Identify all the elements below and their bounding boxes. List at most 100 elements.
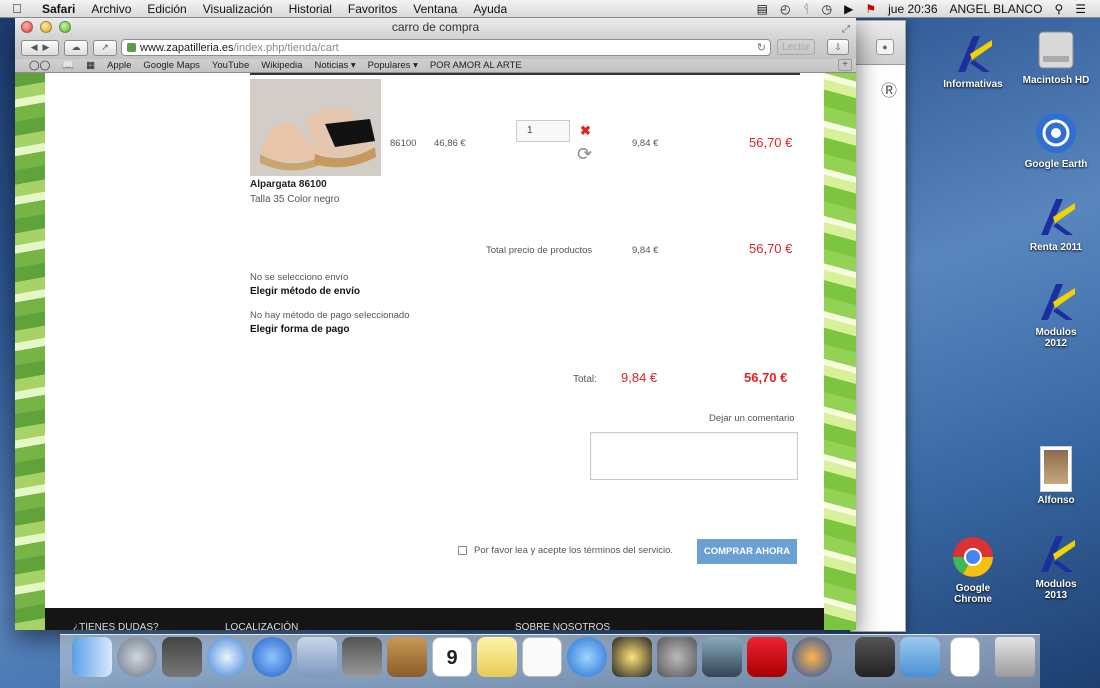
address-bar[interactable]: www.zapatilleria.es /index.php/tienda/ca… [121,39,771,56]
menu-historial[interactable]: Historial [281,2,340,16]
web-page: Alpargata 86100 Talla 35 Color negro 861… [15,73,856,630]
menu-ventana[interactable]: Ventana [405,2,465,16]
app-store-icon[interactable] [252,637,292,677]
screen-icon[interactable]: ▤ [751,2,774,16]
menu-favoritos[interactable]: Favoritos [340,2,405,16]
product-image[interactable] [250,79,381,176]
reminders-icon[interactable] [522,637,562,677]
bookmark-apple[interactable]: Apple [101,60,137,71]
reading-list-icon[interactable]: ◯◯ [23,60,56,71]
footer-dudas[interactable]: ¿TIENES DUDAS? [73,622,159,630]
choose-payment-link[interactable]: Elegir forma de pago [250,324,349,335]
volume-icon[interactable]: ▶ [838,2,859,16]
line-total: 56,70 € [749,135,793,150]
footer-sobre-nosotros[interactable]: SOBRE NOSOTROS [515,622,610,630]
facetime-icon[interactable] [342,637,382,677]
itunes-icon[interactable] [567,637,607,677]
icloud-tabs-button[interactable]: ☁ [64,39,88,56]
documents-folder-icon[interactable] [900,637,940,677]
terms-label[interactable]: Por favor lea y acepte los términos del … [474,545,673,556]
acrobat-icon[interactable] [747,637,787,677]
bookmarks-icon[interactable]: 📖 [56,60,80,71]
top-sites-icon[interactable]: ▦ [80,60,101,71]
apple-menu-icon[interactable]:  [0,1,34,16]
menu-app-safari[interactable]: Safari [34,2,83,16]
bookmark-wikipedia[interactable]: Wikipedia [255,60,308,71]
contacts-icon[interactable] [387,637,427,677]
notes-icon[interactable] [477,637,517,677]
toolbar: ◀ ▶ ☁ ↗ www.zapatilleria.es /index.php/t… [15,36,856,59]
buy-now-button[interactable]: COMPRAR AHORA [697,539,797,564]
subtotal-label: Total precio de productos [486,245,593,256]
desktop-icon-label: Modulos 2012 [1035,327,1077,349]
desktop-icon-macintosh-hd[interactable]: Macintosh HD [1016,26,1096,86]
bluetooth-icon[interactable]: ᛩ [796,2,815,16]
desktop-icon-google-chrome[interactable]: Google Chrome [933,534,1013,605]
launchpad-icon[interactable] [117,637,157,677]
user-name[interactable]: ANGEL BLANCO [944,2,1049,16]
update-quantity-icon[interactable]: ⟳ [577,144,592,165]
title-bar[interactable]: carro de compra ⤢ [15,18,856,36]
preview-icon[interactable] [702,637,742,677]
notification-icon[interactable]: ☰ [1069,2,1092,16]
bookmark-google-maps[interactable]: Google Maps [137,60,206,71]
share-button[interactable]: ↗ [93,39,117,56]
hard-drive-icon [1033,26,1079,72]
desktop-icon-renta-2011[interactable]: Renta 2011 [1016,193,1096,253]
safari-icon[interactable] [207,637,247,677]
desktop-icon-alfonso[interactable]: Alfonso [1016,446,1096,506]
flag-icon[interactable]: ⚑ [859,2,882,16]
bookmark-por-amor-al-arte[interactable]: POR AMOR AL ARTE [424,60,528,71]
wifi-icon[interactable]: ◷ [816,2,838,16]
menu-ayuda[interactable]: Ayuda [465,2,515,16]
imovie-icon[interactable] [612,637,652,677]
product-ref: 86100 [390,138,417,149]
mail-icon[interactable] [297,637,337,677]
zoom-window-button[interactable] [59,21,71,33]
background-window[interactable]: ● Ⓡ [850,20,906,632]
total-amount: 56,70 € [744,370,788,385]
reload-icon[interactable]: ↻ [757,41,770,54]
safari-window: carro de compra ⤢ ◀ ▶ ☁ ↗ www.zapatiller… [15,18,856,630]
comment-textarea[interactable] [590,432,798,480]
footer-localizacion[interactable]: LOCALIZACIÓN [225,622,298,630]
bookmark-youtube[interactable]: YouTube [206,60,255,71]
menu-edicion[interactable]: Edición [139,2,194,16]
downloads-button[interactable]: ⇩ [827,39,849,55]
espadrille-image [250,79,381,176]
desktop-icon-google-earth[interactable]: Google Earth [1016,110,1096,170]
shipping-status: No se selecciono envío [250,272,349,283]
spotlight-icon[interactable]: ⚲ [1048,2,1069,16]
firefox-icon[interactable] [792,637,832,677]
calendar-icon[interactable]: 9 [432,637,472,677]
terms-checkbox[interactable] [458,546,467,555]
menu-archivo[interactable]: Archivo [83,2,139,16]
clock[interactable]: jue 20:36 [882,2,943,16]
pdf-document-icon[interactable] [950,637,980,677]
new-tab-button[interactable]: + [838,59,852,71]
system-preferences-icon[interactable] [657,637,697,677]
finder-icon[interactable] [72,637,112,677]
mission-control-icon[interactable] [162,637,202,677]
forward-icon[interactable]: ▶ [43,42,50,53]
back-window-download-icon[interactable]: ● [876,39,894,55]
desktop-icon-modulos-2012[interactable]: Modulos 2012 [1016,278,1096,349]
bookmark-populares[interactable]: Populares ▾ [362,60,424,71]
desktop-icon-modulos-2013[interactable]: Modulos 2013 [1016,530,1096,601]
close-window-button[interactable] [21,21,33,33]
share-icon: ↗ [101,42,109,52]
remove-item-icon[interactable]: ✖ [580,123,591,139]
bookmark-noticias[interactable]: Noticias ▾ [308,60,361,71]
minimize-window-button[interactable] [40,21,52,33]
time-machine-icon[interactable]: ◴ [774,2,796,16]
applications-stack-icon[interactable] [855,637,895,677]
desktop-icon-informativas[interactable]: Informativas [933,30,1013,90]
back-icon[interactable]: ◀ [31,42,38,53]
menu-visualizacion[interactable]: Visualización [195,2,281,16]
product-name[interactable]: Alpargata 86100 [250,179,327,190]
reader-button[interactable]: Lector [777,39,815,55]
trash-icon[interactable] [995,637,1035,677]
quantity-input[interactable]: 1 [516,120,570,142]
back-forward-button[interactable]: ◀ ▶ [21,39,59,56]
choose-shipping-link[interactable]: Elegir método de envío [250,286,360,297]
